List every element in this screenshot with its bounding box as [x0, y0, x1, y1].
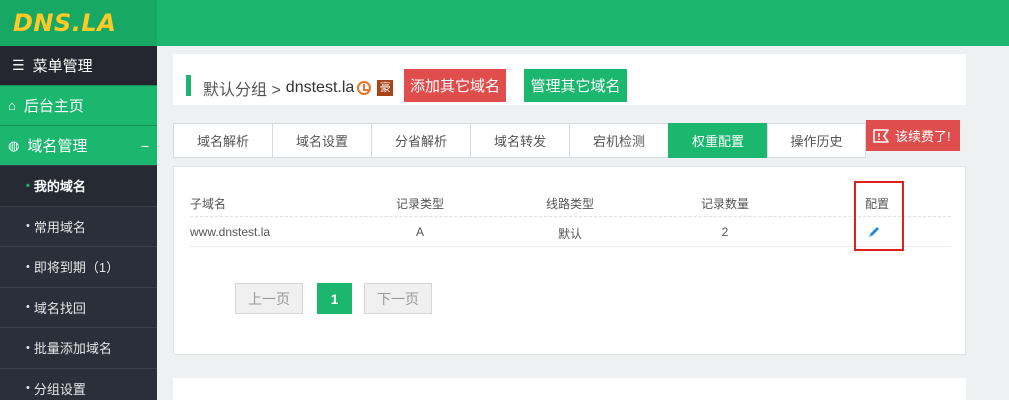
bottom-panel	[173, 378, 966, 400]
sidebar: ☰ 菜单管理 ⌂ 后台主页 ◍ 域名管理 − • 我的域名 • 常用域名 • 即…	[0, 46, 157, 400]
menu-icon: ☰	[12, 57, 25, 73]
next-page-button[interactable]: 下一页	[364, 283, 432, 314]
prev-page-button[interactable]: 上一页	[235, 283, 303, 314]
collapse-icon[interactable]: −	[141, 138, 149, 154]
domain-icon: ◍	[8, 137, 20, 153]
breadcrumb-group[interactable]: 默认分组 >	[203, 76, 281, 100]
sidebar-item-retrieve-domain[interactable]: • 域名找回	[0, 286, 157, 328]
bullet-icon: •	[26, 382, 30, 395]
cell-subdomain: www.dnstest.la	[190, 225, 271, 239]
col-line-type: 线路类型	[545, 197, 594, 211]
clock-icon	[357, 81, 372, 95]
config-highlight-box	[854, 181, 904, 251]
bullet-icon: •	[26, 341, 30, 354]
tab-domain-forwarding[interactable]: 域名转发	[470, 123, 569, 158]
table-header: 子域名 记录类型 线路类型 记录数量 配置	[190, 188, 951, 217]
sidebar-subitem-label: 分组设置	[33, 381, 86, 397]
tab-domain-settings[interactable]: 域名设置	[272, 123, 371, 158]
sidebar-subitem-label: 即将到期（1）	[33, 260, 120, 276]
bullet-icon: •	[26, 179, 30, 192]
table-row: www.dnstest.la A 默认 2	[190, 218, 951, 247]
cell-line-type: 默认	[557, 227, 582, 241]
col-record-type: 记录类型	[395, 197, 444, 211]
domain-header: 默认分组 > dnstest.la 豪 添加其它域名 管理其它域名	[173, 54, 966, 105]
current-domain: dnstest.la	[285, 79, 355, 96]
cell-record-count: 2	[721, 225, 729, 239]
renew-badge-label: 该续费了!	[895, 129, 951, 144]
tab-bar: 域名解析 域名设置 分省解析 域名转发 宕机检测 权重配置 操作历史	[173, 123, 866, 158]
logo-text: DNS.LA	[13, 9, 117, 37]
col-subdomain: 子域名	[190, 197, 227, 211]
weight-config-panel: 子域名 记录类型 线路类型 记录数量 配置 www.dnstest.la A 默…	[173, 166, 966, 355]
cell-record-type: A	[415, 225, 424, 239]
sidebar-item-group-settings[interactable]: • 分组设置	[0, 367, 157, 400]
tab-weight-config[interactable]: 权重配置	[668, 123, 767, 158]
vip-badge-icon: 豪	[377, 80, 394, 96]
sidebar-subitem-label: 域名找回	[33, 300, 86, 316]
warning-tag-icon	[873, 128, 889, 143]
sidebar-item-my-domains[interactable]: • 我的域名	[0, 165, 157, 206]
sidebar-item-label: 后台主页	[23, 98, 84, 115]
tab-operation-history[interactable]: 操作历史	[767, 123, 866, 158]
top-bar: DNS.LA	[0, 0, 1009, 46]
logo[interactable]: DNS.LA	[0, 0, 157, 46]
sidebar-item-domain-management[interactable]: ◍ 域名管理 −	[0, 125, 157, 165]
tab-dns-resolution[interactable]: 域名解析	[173, 123, 272, 158]
sidebar-subitem-label: 批量添加域名	[33, 341, 112, 357]
page-number-current[interactable]: 1	[317, 283, 352, 314]
sidebar-menu-title: 菜单管理	[32, 58, 93, 75]
tab-downtime-detection[interactable]: 宕机检测	[569, 123, 668, 158]
sidebar-menu-header[interactable]: ☰ 菜单管理	[0, 46, 157, 85]
sidebar-item-home[interactable]: ⌂ 后台主页	[0, 85, 157, 125]
sidebar-item-common-domains[interactable]: • 常用域名	[0, 205, 157, 247]
add-other-domain-button[interactable]: 添加其它域名	[404, 69, 506, 102]
sidebar-item-label: 域名管理	[27, 138, 88, 155]
accent-bar	[186, 75, 191, 96]
edit-pencil-icon[interactable]	[867, 225, 881, 239]
renew-reminder-badge[interactable]: 该续费了!	[866, 120, 960, 151]
bullet-icon: •	[26, 301, 30, 314]
sidebar-item-expiring[interactable]: • 即将到期（1）	[0, 246, 157, 287]
sidebar-item-batch-add[interactable]: • 批量添加域名	[0, 327, 157, 368]
sidebar-subitem-label: 我的域名	[33, 179, 86, 195]
sidebar-subitem-label: 常用域名	[33, 219, 86, 235]
manage-other-domain-button[interactable]: 管理其它域名	[524, 69, 627, 102]
bullet-icon: •	[26, 220, 30, 233]
bullet-icon: •	[26, 260, 30, 273]
tab-province-resolution[interactable]: 分省解析	[371, 123, 470, 158]
home-icon: ⌂	[8, 98, 16, 113]
col-record-count: 记录数量	[700, 197, 749, 211]
breadcrumb: 默认分组 > dnstest.la 豪	[203, 76, 394, 100]
